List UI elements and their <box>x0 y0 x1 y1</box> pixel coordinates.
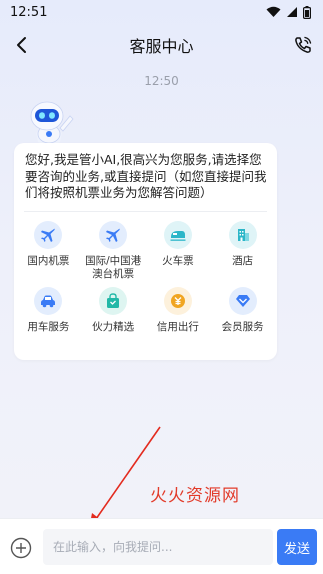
service-international-flight[interactable]: 国际/中国港澳台机票 <box>81 221 146 281</box>
send-button[interactable]: 发送 <box>277 529 317 565</box>
service-selection[interactable]: 伙力精选 <box>81 287 146 347</box>
plane-icon <box>34 221 63 249</box>
watermark-text: 火火资源网 <box>150 486 240 506</box>
service-label: 用车服务 <box>27 321 70 333</box>
service-menu-card: 您好,我是管小AI,很高兴为您服务,请选择您要咨询的业务,或直接提问（如您直接提… <box>14 143 277 360</box>
status-bar: 12:51 <box>0 0 323 24</box>
service-domestic-flight[interactable]: 国内机票 <box>16 221 81 281</box>
service-car[interactable]: 用车服务 <box>16 287 81 347</box>
service-label: 信用出行 <box>156 321 199 333</box>
service-label: 伙力精选 <box>92 321 135 333</box>
back-icon[interactable] <box>12 35 32 55</box>
service-label: 国内机票 <box>27 255 70 267</box>
input-bar: 发送 <box>0 518 323 574</box>
service-train-ticket[interactable]: 火车票 <box>146 221 211 281</box>
status-time: 12:51 <box>10 4 48 20</box>
shopping-bag-icon <box>99 287 128 315</box>
battery-icon <box>303 5 311 19</box>
member-diamond-icon <box>228 287 257 315</box>
service-membership[interactable]: 会员服务 <box>210 287 275 347</box>
service-label: 国际/中国港澳台机票 <box>85 255 142 280</box>
train-icon <box>163 221 192 249</box>
credit-coin-icon <box>163 287 192 315</box>
message-input[interactable] <box>43 529 273 565</box>
hotel-icon <box>228 221 257 249</box>
car-icon <box>34 287 63 315</box>
page-title: 客服中心 <box>129 37 194 56</box>
service-label: 会员服务 <box>221 321 264 333</box>
chat-timestamp: 12:50 <box>144 74 179 88</box>
service-label: 酒店 <box>232 255 254 267</box>
phone-call-icon[interactable] <box>293 35 313 55</box>
wifi-icon <box>266 6 281 17</box>
service-hotel[interactable]: 酒店 <box>210 221 275 281</box>
service-label: 火车票 <box>162 255 194 267</box>
service-grid: 国内机票 国际/中国港澳台机票 火车票 酒店 用车服务 伙力精选 信用出行 会员… <box>14 212 277 347</box>
app-header: 客服中心 <box>0 28 323 62</box>
service-credit-travel[interactable]: 信用出行 <box>146 287 211 347</box>
plane-icon <box>99 221 128 249</box>
signal-icon <box>287 7 297 17</box>
robot-avatar-icon <box>30 101 74 149</box>
greeting-message: 您好,我是管小AI,很高兴为您服务,请选择您要咨询的业务,或直接提问（如您直接提… <box>25 152 267 200</box>
plus-circle-icon[interactable] <box>10 537 32 559</box>
